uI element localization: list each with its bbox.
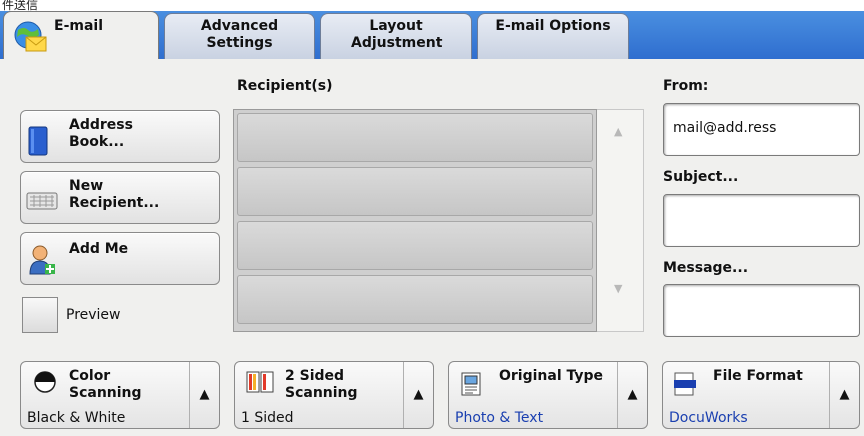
tab-email[interactable]: E-mail xyxy=(3,11,159,59)
person-add-icon xyxy=(29,245,55,275)
subject-field[interactable] xyxy=(663,194,860,247)
tab-layout-adjustment[interactable]: Layout Adjustment xyxy=(320,13,472,59)
preview-checkbox[interactable] xyxy=(22,297,58,333)
recipient-row[interactable] xyxy=(237,113,593,162)
docuworks-icon xyxy=(674,372,696,396)
scroll-up-arrow-icon[interactable]: ▲ xyxy=(614,125,622,138)
recipient-scrollbar[interactable]: ▲ ▼ xyxy=(597,109,644,332)
recipients-label: Recipient(s) xyxy=(237,78,333,94)
recipient-row[interactable] xyxy=(237,167,593,216)
tab-layout-adjustment-label: Layout Adjustment xyxy=(351,18,443,51)
two-sided-scanning-value: 1 Sided xyxy=(241,410,294,426)
tab-email-options-label: E-mail Options xyxy=(495,18,611,34)
color-scanning-icon xyxy=(34,371,56,393)
color-scanning-button[interactable]: Color Scanning Black & White ▲ xyxy=(20,361,220,429)
keyboard-icon xyxy=(26,192,58,210)
address-book-label: Address Book... xyxy=(69,117,133,150)
subject-label: Subject... xyxy=(663,169,739,185)
color-scanning-label: Color Scanning xyxy=(69,368,142,401)
from-label: From: xyxy=(663,78,709,94)
color-scanning-value: Black & White xyxy=(27,410,126,426)
original-type-button[interactable]: Original Type Photo & Text ▲ xyxy=(448,361,648,429)
from-field[interactable]: mail@add.ress xyxy=(663,103,860,156)
recipient-row[interactable] xyxy=(237,275,593,324)
message-label: Message... xyxy=(663,260,749,276)
tab-advanced-settings-label: Advanced Settings xyxy=(200,18,279,51)
tab-email-label: E-mail xyxy=(54,18,104,34)
new-recipient-button[interactable]: New Recipient... xyxy=(20,171,220,224)
original-type-icon xyxy=(461,372,481,396)
message-field[interactable] xyxy=(663,284,860,337)
file-format-value: DocuWorks xyxy=(669,410,748,426)
original-type-value: Photo & Text xyxy=(455,410,544,426)
two-sided-scanning-button[interactable]: 2 Sided Scanning 1 Sided ▲ xyxy=(234,361,434,429)
tab-email-options[interactable]: E-mail Options xyxy=(477,13,629,59)
original-type-label: Original Type xyxy=(499,368,604,384)
address-book-icon xyxy=(28,126,48,156)
duplex-icon xyxy=(246,371,274,393)
scroll-down-arrow-icon[interactable]: ▼ xyxy=(614,282,622,295)
original-type-arrow-icon[interactable]: ▲ xyxy=(617,362,647,428)
globe-mail-icon xyxy=(14,21,47,52)
two-sided-scanning-label: 2 Sided Scanning xyxy=(285,368,358,401)
file-format-button[interactable]: File Format DocuWorks ▲ xyxy=(662,361,860,429)
recipient-row[interactable] xyxy=(237,221,593,270)
file-format-arrow-icon[interactable]: ▲ xyxy=(829,362,859,428)
add-me-label: Add Me xyxy=(69,241,129,257)
preview-label: Preview xyxy=(66,307,121,323)
new-recipient-label: New Recipient... xyxy=(69,178,160,211)
two-sided-scanning-arrow-icon[interactable]: ▲ xyxy=(403,362,433,428)
address-book-button[interactable]: Address Book... xyxy=(20,110,220,163)
recipient-list xyxy=(233,109,597,332)
color-scanning-arrow-icon[interactable]: ▲ xyxy=(189,362,219,428)
add-me-button[interactable]: Add Me xyxy=(20,232,220,285)
file-format-label: File Format xyxy=(713,368,803,384)
tab-advanced-settings[interactable]: Advanced Settings xyxy=(164,13,315,59)
